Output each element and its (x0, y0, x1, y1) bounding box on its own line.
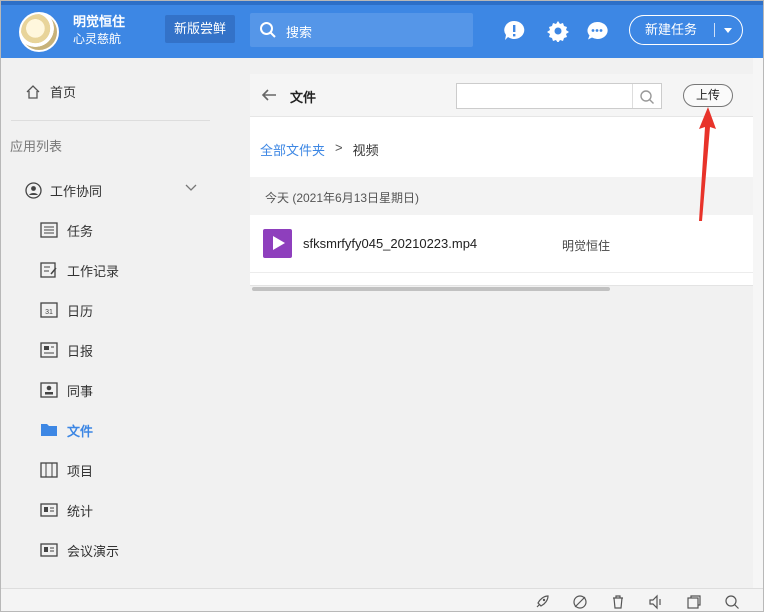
list-item[interactable]: sfksmrfyfy045_20210223.mp4 明觉恒住 (250, 215, 753, 273)
user-circle-icon (25, 181, 42, 199)
video-file-icon (263, 229, 292, 258)
sidebar-item-label: 日历 (67, 303, 94, 319)
file-panel: 文件 上传 全部文件夹 > 视频 今天 (2021年6月13日星期日) sfks… (250, 74, 753, 292)
sidebar-item-colleagues[interactable]: 同事 (40, 379, 93, 401)
search-icon[interactable] (639, 89, 655, 105)
search-icon (260, 22, 276, 38)
sidebar-item-projects[interactable]: 项目 (40, 459, 93, 481)
new-task-divider (714, 23, 715, 37)
annotation-arrow (699, 107, 716, 221)
project-icon (40, 462, 58, 478)
user-name[interactable]: 明觉恒住 (73, 14, 125, 30)
sidebar-item-label: 任务 (67, 223, 94, 239)
sidebar-item-calendar[interactable]: 31 日历 (40, 299, 93, 321)
sidebar-group-label: 工作协同 (50, 183, 103, 199)
sidebar: 首页 应用列表 工作协同 任务 工作记录 31 日历 日报 同事 文件 项目 统… (1, 58, 220, 588)
svg-text:31: 31 (45, 309, 53, 316)
stats-icon (40, 503, 58, 517)
status-bar (1, 588, 763, 611)
horizontal-scrollbar[interactable] (250, 285, 753, 292)
window-icon[interactable] (686, 594, 702, 610)
back-arrow-icon[interactable] (260, 87, 278, 103)
chevron-down-icon[interactable] (185, 184, 197, 192)
content-background (220, 292, 753, 588)
sidebar-item-meeting[interactable]: 会议演示 (40, 539, 119, 561)
sidebar-item-label: 工作记录 (67, 263, 120, 279)
sidebar-item-label: 统计 (67, 503, 94, 519)
folder-icon (41, 424, 57, 436)
gear-icon[interactable] (547, 20, 569, 42)
app-window: 明觉恒住 心灵慈航 新版尝鲜 搜索 新建任务 首页 应用列表 工作协同 任务 工… (0, 0, 764, 612)
chevron-down-icon[interactable] (724, 28, 732, 33)
new-task-button[interactable]: 新建任务 (629, 15, 743, 45)
page-title: 文件 (290, 90, 317, 105)
sidebar-item-label: 日报 (67, 343, 94, 359)
global-search[interactable]: 搜索 (250, 13, 473, 47)
file-search-input[interactable] (456, 83, 662, 109)
volume-icon[interactable] (648, 594, 664, 610)
search-icon[interactable] (724, 594, 740, 610)
daily-report-icon (40, 342, 58, 358)
avatar[interactable] (19, 12, 59, 52)
work-record-icon (40, 262, 57, 278)
sidebar-item-daily-report[interactable]: 日报 (40, 339, 93, 361)
meeting-icon (40, 543, 58, 557)
breadcrumb: 全部文件夹 > 视频 (260, 140, 379, 159)
trash-icon[interactable] (610, 594, 626, 610)
sidebar-item-label: 首页 (50, 85, 77, 100)
chat-icon[interactable] (586, 20, 608, 42)
file-name[interactable]: sfksmrfyfy045_20210223.mp4 (303, 236, 477, 251)
date-group-label: 今天 (2021年6月13日星期日) (265, 191, 420, 205)
sidebar-item-stats[interactable]: 统计 (40, 499, 93, 521)
breadcrumb-root-link[interactable]: 全部文件夹 (260, 140, 325, 159)
sidebar-item-label: 同事 (67, 383, 94, 399)
user-signature: 心灵慈航 (73, 32, 122, 46)
new-version-button[interactable]: 新版尝鲜 (165, 15, 235, 43)
scrollbar-thumb[interactable] (252, 287, 610, 291)
upload-button[interactable]: 上传 (683, 84, 733, 107)
breadcrumb-current: 视频 (352, 143, 379, 158)
search-divider (632, 84, 633, 108)
new-task-label: 新建任务 (645, 22, 698, 37)
alert-icon[interactable] (503, 20, 525, 42)
top-header: 明觉恒住 心灵慈航 新版尝鲜 搜索 新建任务 (1, 1, 763, 58)
sidebar-group-collaboration[interactable]: 工作协同 (25, 180, 197, 200)
sidebar-item-work-record[interactable]: 工作记录 (40, 259, 119, 281)
calendar-icon: 31 (40, 302, 58, 318)
breadcrumb-separator: > (335, 140, 343, 155)
app-list-title: 应用列表 (10, 139, 63, 154)
sidebar-item-home[interactable]: 首页 (25, 82, 76, 101)
divider (11, 120, 210, 121)
sidebar-item-label: 文件 (67, 423, 94, 439)
search-placeholder: 搜索 (286, 25, 313, 40)
file-owner: 明觉恒住 (562, 239, 611, 253)
sidebar-item-label: 项目 (67, 463, 94, 479)
no-disturb-icon[interactable] (572, 594, 588, 610)
home-icon (26, 84, 40, 99)
sidebar-item-files[interactable]: 文件 (40, 419, 93, 441)
date-group-header: 今天 (2021年6月13日星期日) (250, 177, 753, 215)
right-edge-strip (753, 58, 763, 588)
sidebar-item-label: 会议演示 (67, 543, 120, 559)
sidebar-item-tasks[interactable]: 任务 (40, 219, 93, 241)
task-icon (40, 222, 58, 238)
colleague-icon (40, 382, 58, 398)
file-panel-header: 文件 上传 (250, 74, 753, 117)
rocket-icon[interactable] (534, 594, 550, 610)
